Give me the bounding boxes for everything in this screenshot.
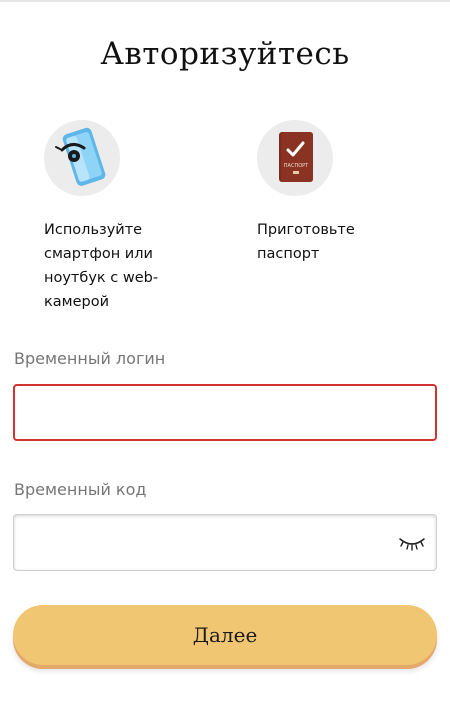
code-label: Временный код (14, 480, 147, 499)
page-title: Авторизуйтесь (100, 36, 350, 72)
login-label: Временный логин (14, 349, 166, 368)
hint-passport: ПАСПОРТ Приготовьте паспорт (257, 120, 447, 266)
code-input[interactable] (14, 515, 436, 570)
next-button[interactable]: Далее (13, 605, 437, 665)
passport-icon-label: ПАСПОРТ (284, 163, 309, 169)
smartphone-camera-icon (44, 120, 120, 196)
login-input[interactable] (15, 386, 435, 439)
code-field[interactable] (13, 514, 437, 571)
login-field[interactable] (13, 384, 437, 441)
hint-passport-text: Приготовьте паспорт (257, 222, 355, 262)
closed-eye-icon[interactable] (398, 533, 426, 553)
hint-webcam: Используйте смартфон или ноутбук с web-к… (44, 120, 234, 314)
top-divider (0, 0, 450, 2)
passport-icon: ПАСПОРТ (257, 120, 333, 196)
hint-webcam-text: Используйте смартфон или ноутбук с web-к… (44, 222, 159, 310)
